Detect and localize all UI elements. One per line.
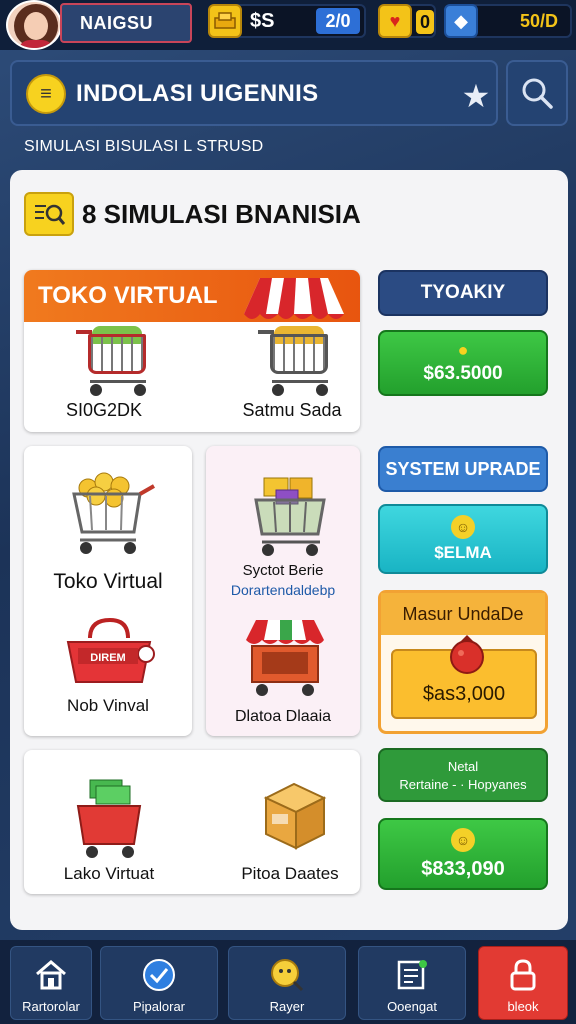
nav-pipalorar[interactable]: Pipalorar: [100, 946, 218, 1020]
page-title: INDOLASI UIGENNIS: [76, 80, 319, 107]
ledger-search-icon: [24, 192, 74, 236]
teal-upgrade-button[interactable]: ☺ $ELMA: [378, 504, 548, 574]
card-title: Syctot Berie: [242, 562, 324, 579]
item-label: Satmu Sada: [242, 400, 342, 420]
hearts-value: 0: [415, 10, 434, 34]
buy-button-price-2[interactable]: ☺ $833,090: [378, 818, 548, 890]
star-icon: ★: [461, 78, 491, 114]
gems-value: 50/D: [519, 10, 558, 31]
gold-cart-icon: [72, 472, 155, 554]
teal-price: $ELMA: [434, 543, 492, 562]
info-line-1: Netal: [447, 758, 479, 774]
bottom-navigation: Rartorolar Pipalorar Rayer Ooengat bleok: [0, 940, 576, 1024]
masuk-upgrade-title: Masur UndaDe: [381, 593, 545, 635]
coins-stack-icon: ≡: [26, 74, 66, 114]
player-name[interactable]: NAIGSU: [60, 3, 192, 43]
tab-tyoakiy[interactable]: TYOAKIY: [378, 270, 548, 316]
shopping-basket-icon: DIREM: [66, 617, 155, 683]
item-label: Lako Virtuat: [63, 864, 155, 883]
basket-sign: DIREM: [90, 652, 125, 664]
item-label: SI0G2DK: [65, 400, 143, 420]
masuk-price: $as3,000: [422, 683, 506, 705]
masuk-price-button[interactable]: $as3,000: [391, 635, 537, 719]
home-icon: [33, 957, 69, 993]
nav-label: Rartorolar: [22, 999, 80, 1014]
panel-heading: 8 SIMULASI BNANISIA: [24, 192, 361, 236]
gold-bars-icon: [208, 4, 242, 38]
toko-virtual-card[interactable]: TOKO VIRTUAL SI0G2DK Satmu Sada: [24, 270, 360, 432]
nav-ooengat[interactable]: Ooengat: [358, 946, 466, 1020]
nav-label: Rayer: [269, 999, 305, 1014]
smiley-coin-icon: ☺: [451, 515, 475, 539]
subtitle: SIMULASI BISULASI L STRUSD: [24, 138, 264, 155]
price-1: $63.5000: [423, 363, 503, 384]
nav-home[interactable]: Rartorolar: [10, 946, 92, 1020]
package-box-icon: [263, 782, 327, 850]
favorite-button[interactable]: ★: [456, 78, 496, 114]
market-stall-icon: [246, 620, 324, 696]
system-upgrade-button[interactable]: SYSTEM UPRADE: [378, 446, 548, 492]
search-icon: [522, 78, 553, 109]
card-title: Toko Virtual: [53, 570, 163, 593]
shopping-cart-icon: [76, 326, 154, 398]
player-avatar[interactable]: [6, 0, 62, 50]
info-panel[interactable]: Netal Rertaine - · Hopyanes: [378, 748, 548, 802]
nav-label: Ooengat: [387, 999, 437, 1014]
smiley-coin-icon: ☺: [451, 827, 475, 852]
title-bar: ≡ INDOLASI UIGENNIS ★: [10, 60, 498, 126]
nav-bleok[interactable]: bleok: [478, 946, 568, 1020]
gold-label: $S: [250, 9, 275, 32]
item-label: Pitoa Daates: [241, 864, 339, 883]
buy-button-price-1[interactable]: ● $63.5000: [378, 330, 548, 396]
magnify-face-icon: [269, 957, 305, 993]
pomegranate-icon: [450, 635, 484, 674]
heart-icon: ♥: [378, 4, 412, 38]
nav-label: Pipalorar: [132, 999, 186, 1014]
toko-virtual-gold-card[interactable]: Toko Virtual DIREM Nob Vinval: [24, 446, 192, 736]
search-button[interactable]: [506, 60, 568, 126]
card-secondary-label: Dlatoa Dlaaia: [234, 708, 332, 725]
info-line-2: Rertaine - · Hopyanes: [399, 776, 527, 792]
syctot-berie-card[interactable]: Syctot Berie Dorartendaldebp Dlatoa Dlaa…: [206, 446, 360, 736]
cash-basket-icon: [76, 779, 142, 858]
document-icon: [394, 957, 430, 993]
nav-label: bleok: [507, 999, 539, 1014]
price-2: $833,090: [421, 857, 505, 880]
check-circle-icon: [141, 957, 177, 993]
lako-virtuat-card[interactable]: Lako Virtuat Pitoa Daates: [24, 750, 360, 894]
gold-value: 2/0: [316, 8, 360, 34]
nav-rayer[interactable]: Rayer: [228, 946, 346, 1020]
loaded-cart-icon: [254, 477, 326, 556]
gold-resource[interactable]: $S 2/0: [208, 4, 366, 38]
masuk-upgrade-panel: Masur UndaDe $as3,000: [378, 590, 548, 734]
main-panel: 8 SIMULASI BNANISIA TOKO VIRTUAL SI0G2DK…: [10, 170, 568, 930]
card-secondary-label: Nob Vinval: [67, 696, 149, 715]
card-subtitle: Dorartendaldebp: [230, 582, 336, 598]
gems-resource[interactable]: ◆ 50/D: [444, 4, 572, 38]
bread-icon: ●: [457, 340, 469, 360]
top-status-bar: NAIGSU $S 2/0 ♥ 0 ◆ 50/D: [0, 0, 576, 50]
lock-icon: [505, 957, 541, 993]
gem-icon: ◆: [444, 4, 478, 38]
panel-heading-text: 8 SIMULASI BNANISIA: [82, 198, 361, 229]
hearts-resource[interactable]: ♥ 0: [378, 4, 436, 38]
shopping-cart-icon: [258, 326, 336, 398]
store-awning-icon: [244, 278, 344, 319]
